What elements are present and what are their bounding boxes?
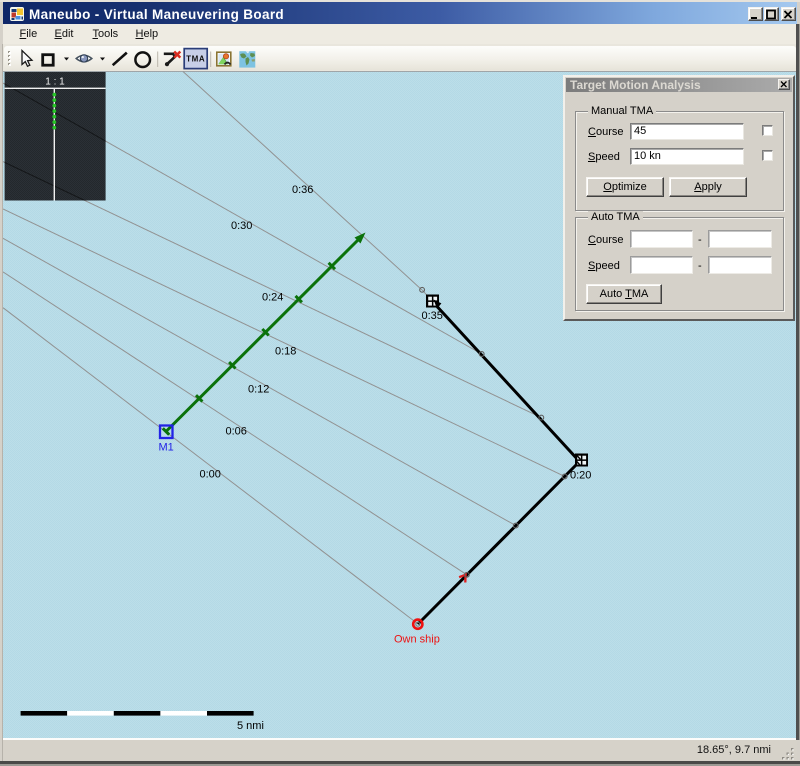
svg-text:0:06: 0:06	[226, 426, 247, 438]
svg-text:0:30: 0:30	[231, 220, 252, 232]
svg-text:0:20: 0:20	[570, 470, 591, 482]
svg-text:0:36: 0:36	[292, 184, 313, 196]
svg-text:TMA: TMA	[186, 55, 205, 64]
svg-text:0:24: 0:24	[262, 292, 283, 304]
svg-text:5 nmi: 5 nmi	[237, 720, 264, 732]
svg-text:1 : 1: 1 : 1	[45, 77, 65, 88]
svg-text:0:35: 0:35	[422, 310, 443, 322]
svg-text:0:00: 0:00	[200, 469, 221, 481]
svg-text:0:18: 0:18	[275, 346, 296, 358]
svg-text:0:12: 0:12	[248, 384, 269, 396]
svg-text:M1: M1	[159, 442, 174, 454]
svg-text:Own ship: Own ship	[394, 634, 440, 646]
